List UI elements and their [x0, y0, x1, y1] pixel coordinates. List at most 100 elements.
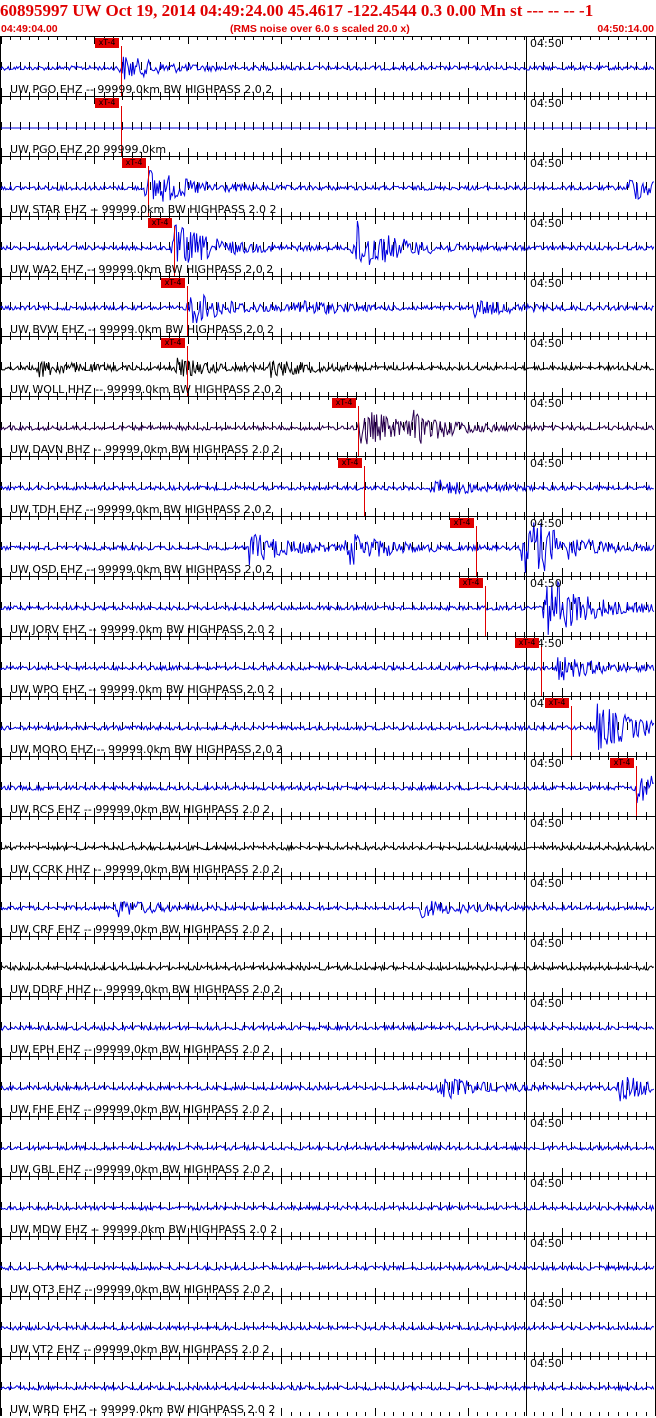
- trace-panel: 04:50 xT-4 UW WPO EHZ -- 99999.0km BW HIGH…: [0, 636, 656, 696]
- seismic-waveform: [0, 844, 655, 852]
- station-label: UW WOLL HHZ -- 99999.0km BW HIGHPASS 2.0…: [10, 383, 282, 396]
- station-label: UW OT3 EHZ -- 99999.0km BW HIGHPASS 2.0 …: [10, 1283, 271, 1296]
- minute-label: 04:50: [530, 37, 562, 50]
- seismic-waveform: [0, 657, 655, 681]
- minute-label: 04:50: [530, 157, 562, 170]
- station-label: UW FHE EHZ -- 99999.0km BW HIGHPASS 2.0 …: [10, 1103, 270, 1116]
- trace-panel: 04:50 xT-4 UW RCS EHZ -- 99999.0km BW HIGH…: [0, 756, 656, 816]
- trace-panel: 04:50 UW WRD EHZ -- 99999.0km BW HIGHPASS…: [0, 1356, 656, 1416]
- station-label: UW WRD EHZ -- 99999.0km BW HIGHPASS 2.0 …: [10, 1403, 276, 1416]
- pick-marker: xT-4: [545, 698, 569, 708]
- trace-panel: 04:50 xT-4 UW WA2 EHZ -- 99999.0km BW HIGH…: [0, 216, 656, 276]
- seismic-waveform: [0, 1076, 655, 1102]
- seismic-waveform: [0, 1024, 655, 1032]
- trace-panel: 04:50 UW MDW EHZ -- 99999.0km BW HIGHPASS…: [0, 1176, 656, 1236]
- pick-marker: xT-4: [610, 758, 634, 768]
- minute-label: 04:50: [530, 1117, 562, 1130]
- trace-panel: 04:50 xT-4 UW PGO EHZ -- 99999.0km BW HIGH…: [0, 36, 656, 96]
- station-label: UW OSD EHZ -- 99999.0km BW HIGHPASS 2.0 …: [10, 563, 273, 576]
- seismic-waveform: [0, 1384, 655, 1392]
- station-label: UW RCS EHZ -- 99999.0km BW HIGHPASS 2.0 …: [10, 803, 271, 816]
- seismic-waveform: [0, 900, 655, 919]
- minute-label: 04:50: [530, 1297, 562, 1310]
- minute-label: 04:50: [530, 97, 562, 110]
- minute-label: 04:50: [530, 997, 562, 1010]
- record-header: 60895997 UW Oct 19, 2014 04:49:24.00 45.…: [0, 0, 656, 36]
- scale-note: (RMS noise over 6.0 s scaled 20.0 x): [230, 23, 410, 35]
- trace-panel: 04:50 xT-4 UW JORV EHZ -- 99999.0km BW HIG…: [0, 576, 656, 636]
- pick-marker: xT-4: [338, 458, 362, 468]
- minute-label: 04:50: [530, 397, 562, 410]
- seismic-waveform: [0, 964, 655, 972]
- pick-marker: xT-4: [95, 38, 119, 48]
- minute-label: 04:50: [530, 1177, 562, 1190]
- seismic-waveform: [0, 1264, 655, 1272]
- trace-panel: 04:50 UW VT2 EHZ -- 99999.0km BW HIGHPASS…: [0, 1296, 656, 1356]
- station-label: UW BVW EHZ -- 99999.0km BW HIGHPASS 2.0 …: [10, 323, 275, 336]
- end-time-label: 04:50:14.00: [597, 23, 654, 35]
- pick-marker: xT-4: [450, 518, 474, 528]
- station-label: UW CCRK HHZ -- 99999.0km BW HIGHPASS 2.0…: [10, 863, 280, 876]
- trace-panel: 04:50xT-4UW MORO EHZ -- 99999.0km BW HIG…: [0, 696, 656, 756]
- station-label: UW WA2 EHZ -- 99999.0km BW HIGHPASS 2.0 …: [10, 263, 274, 276]
- minute-label: 04:50: [530, 337, 562, 350]
- pick-marker: xT-4: [332, 398, 356, 408]
- station-label: UW MORO EHZ -- 99999.0km BW HIGHPASS 2.0…: [10, 743, 283, 756]
- trace-panel: 04:50 xT-4 UW DAVN BHZ -- 99999.0km BW HIG…: [0, 396, 656, 456]
- station-label: UW CRF EHZ -- 99999.0km BW HIGHPASS 2.0 …: [10, 923, 271, 936]
- minute-label: 04:50: [530, 1057, 562, 1070]
- trace-panel: 04:50 UW CCRK HHZ -- 99999.0km BW HIGHPAS…: [0, 816, 656, 876]
- pick-marker: xT-4: [161, 278, 185, 288]
- seismic-waveform: [0, 775, 654, 804]
- pick-marker: xT-4: [161, 338, 185, 348]
- seismic-waveform: [0, 357, 655, 378]
- seismic-waveform: [0, 409, 655, 445]
- station-label: UW TDH EHZ -- 99999.0km BW HIGHPASS 2.0 …: [10, 503, 272, 516]
- seismic-waveform: [0, 479, 654, 495]
- station-label: UW MDW EHZ -- 99999.0km BW HIGHPASS 2.0 …: [10, 1223, 278, 1236]
- seismic-waveform: [0, 293, 655, 324]
- station-label: UW DAVN BHZ -- 99999.0km BW HIGHPASS 2.0…: [10, 443, 280, 456]
- trace-panel: 04:50 UW EPH EHZ -- 99999.0km BW HIGHPASS…: [0, 996, 656, 1056]
- pick-marker: xT-4: [515, 638, 539, 648]
- minute-label: 04:50: [530, 517, 562, 530]
- trace-panels: 04:50 xT-4 UW PGO EHZ -- 99999.0km BW HIGH…: [0, 36, 656, 1418]
- station-label: UW JORV EHZ -- 99999.0km BW HIGHPASS 2.0…: [10, 623, 275, 636]
- trace-panel: 04:50 xT-4 UW PGO EHZ 20 99999.0km: [0, 96, 656, 156]
- minute-label: 04:50: [530, 217, 562, 230]
- trace-panel: 04:50 xT-4 UW BVW EHZ -- 99999.0km BW HIGH…: [0, 276, 656, 336]
- trace-panel: 04:50 xT-4 UW TDH EHZ -- 99999.0km BW HIGH…: [0, 456, 656, 516]
- minute-label: 04:50: [530, 817, 562, 830]
- trace-panel: 04:50 UW DDRF HHZ -- 99999.0km BW HIGHPAS…: [0, 936, 656, 996]
- minute-label: 04:50: [530, 1357, 562, 1370]
- minute-label: 04:50: [530, 937, 562, 950]
- seismic-waveform: [0, 1143, 655, 1152]
- trace-panel: 04:50 xT-4 UW WOLL HHZ -- 99999.0km BW HIG…: [0, 336, 656, 396]
- trace-panel: 04:50 xT-4 UW STAR EHZ -- 99999.0km BW HIG…: [0, 156, 656, 216]
- pick-marker: xT-4: [95, 98, 119, 108]
- station-label: UW PGO EHZ -- 99999.0km BW HIGHPASS 2.0 …: [10, 83, 273, 96]
- pick-marker: xT-4: [122, 158, 146, 168]
- minute-label: 04:50: [530, 877, 562, 890]
- seismic-waveform: [0, 1204, 655, 1213]
- start-time-label: 04:49:04.00: [1, 23, 58, 35]
- trace-panel: 04:50 xT-4 UW OSD EHZ -- 99999.0km BW HIGH…: [0, 516, 656, 576]
- station-label: UW GBL EHZ -- 99999.0km BW HIGHPASS 2.0 …: [10, 1163, 271, 1176]
- minute-label: 04:50: [530, 457, 562, 470]
- station-label: UW STAR EHZ -- 99999.0km BW HIGHPASS 2.0…: [10, 203, 277, 216]
- seismic-waveform: [0, 56, 655, 80]
- trace-panel: 04:50 UW GBL EHZ -- 99999.0km BW HIGHPASS…: [0, 1116, 656, 1176]
- station-label: UW PGO EHZ 20 99999.0km: [10, 143, 167, 156]
- seismic-waveform: [0, 169, 655, 202]
- event-title: 60895997 UW Oct 19, 2014 04:49:24.00 45.…: [0, 1, 594, 20]
- minute-label: 04:50: [530, 577, 562, 590]
- station-label: UW WPO EHZ -- 99999.0km BW HIGHPASS 2.0 …: [10, 683, 275, 696]
- trace-panel: 04:50 UW FHE EHZ -- 99999.0km BW HIGHPASS…: [0, 1056, 656, 1116]
- seismic-waveform: [0, 1324, 655, 1332]
- trace-panel: 04:50 UW CRF EHZ -- 99999.0km BW HIGHPASS…: [0, 876, 656, 936]
- minute-label: 04:50: [530, 1237, 562, 1250]
- station-label: UW DDRF HHZ -- 99999.0km BW HIGHPASS 2.0…: [10, 983, 281, 996]
- trace-panel: 04:50 UW OT3 EHZ -- 99999.0km BW HIGHPASS…: [0, 1236, 656, 1296]
- station-label: UW EPH EHZ -- 99999.0km BW HIGHPASS 2.0 …: [10, 1043, 271, 1056]
- minute-label: 04:50: [530, 277, 562, 290]
